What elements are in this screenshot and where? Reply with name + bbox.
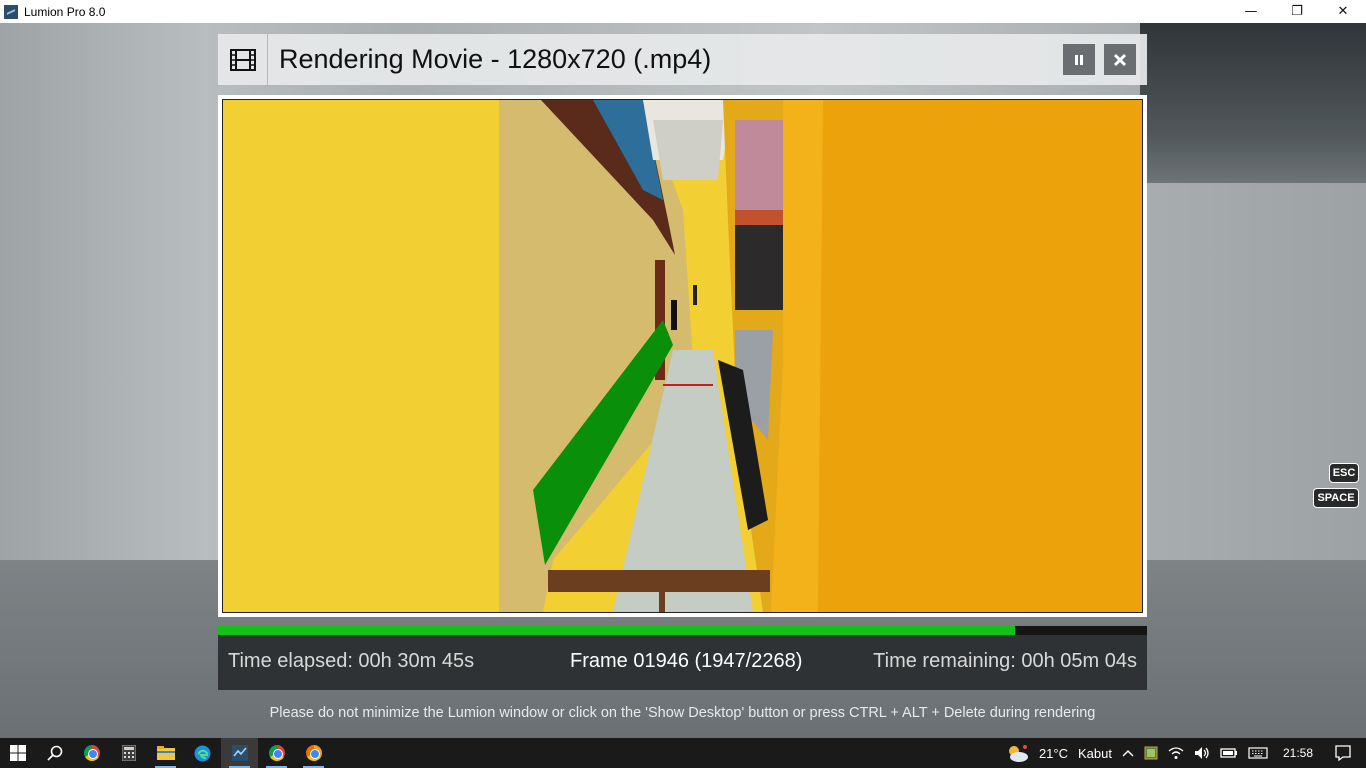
edge-icon — [194, 745, 211, 761]
tray-app-icon[interactable] — [1144, 746, 1158, 760]
lumion-app-icon — [4, 4, 18, 19]
taskbar-lumion[interactable] — [221, 738, 258, 768]
render-preview-frame — [218, 95, 1147, 617]
film-strip-icon — [218, 34, 268, 85]
keyboard-icon[interactable] — [1248, 747, 1268, 759]
taskbar-search-button[interactable] — [36, 738, 73, 768]
search-icon — [46, 745, 62, 761]
render-progress-bar — [218, 626, 1147, 635]
start-button[interactable] — [0, 738, 36, 768]
frame-counter: Frame 01946 (1947/2268) — [570, 650, 803, 672]
time-remaining: Time remaining: 00h 05m 04s — [873, 650, 1137, 672]
minimize-button[interactable]: — — [1228, 0, 1274, 23]
taskbar-chrome-2[interactable] — [258, 738, 295, 768]
close-window-button[interactable]: ✕ — [1320, 0, 1366, 23]
chrome-icon — [83, 745, 100, 761]
chevron-up-icon[interactable] — [1122, 749, 1134, 757]
wifi-icon[interactable] — [1168, 746, 1184, 760]
render-progress-fill — [218, 626, 1016, 635]
render-dialog-title: Rendering Movie - 1280x720 (.mp4) — [279, 44, 712, 74]
system-tray: 21°C Kabut 21:58 — [1000, 738, 1366, 768]
taskbar-edge[interactable] — [184, 738, 221, 768]
lumion-icon — [231, 745, 248, 761]
window-title-bar: Lumion Pro 8.0 — ❐ ✕ — [0, 0, 1366, 23]
weather-temperature[interactable]: 21°C — [1039, 746, 1068, 761]
window-title: Lumion Pro 8.0 — [24, 4, 106, 19]
taskbar: 21°C Kabut 21:58 — [0, 738, 1366, 768]
esc-key-hint[interactable]: ESC — [1329, 463, 1359, 483]
battery-icon[interactable] — [1220, 747, 1238, 759]
render-warning-text: Please do not minimize the Lumion window… — [269, 705, 1096, 721]
background-ceiling — [1140, 23, 1366, 183]
space-key-hint[interactable]: SPACE — [1313, 488, 1359, 508]
windows-logo-icon — [10, 745, 26, 761]
cancel-render-button[interactable] — [1104, 44, 1136, 75]
calculator-icon — [121, 745, 136, 761]
chrome-canary-icon — [305, 745, 322, 761]
restore-button[interactable]: ❐ — [1274, 0, 1320, 23]
taskbar-calculator[interactable] — [110, 738, 147, 768]
file-explorer-icon — [156, 746, 175, 760]
render-dialog-header: Rendering Movie - 1280x720 (.mp4) — [218, 34, 1147, 85]
notification-icon[interactable] — [1334, 744, 1352, 762]
volume-icon[interactable] — [1194, 746, 1210, 760]
taskbar-file-explorer[interactable] — [147, 738, 184, 768]
weather-description[interactable]: Kabut — [1078, 746, 1112, 761]
weather-icon[interactable] — [1005, 743, 1029, 763]
clock[interactable]: 21:58 — [1283, 746, 1313, 760]
window-controls: — ❐ ✕ — [1228, 0, 1366, 23]
time-elapsed: Time elapsed: 00h 30m 45s — [228, 650, 475, 672]
render-status-bar: Time elapsed: 00h 30m 45s Frame 01946 (1… — [218, 635, 1147, 690]
taskbar-chrome[interactable] — [73, 738, 110, 768]
taskbar-chrome-canary[interactable] — [295, 738, 332, 768]
chrome-icon — [268, 745, 285, 761]
pause-button[interactable] — [1063, 44, 1095, 75]
pause-icon — [1075, 54, 1083, 65]
close-icon — [1113, 53, 1127, 66]
render-preview-image — [222, 99, 1143, 613]
